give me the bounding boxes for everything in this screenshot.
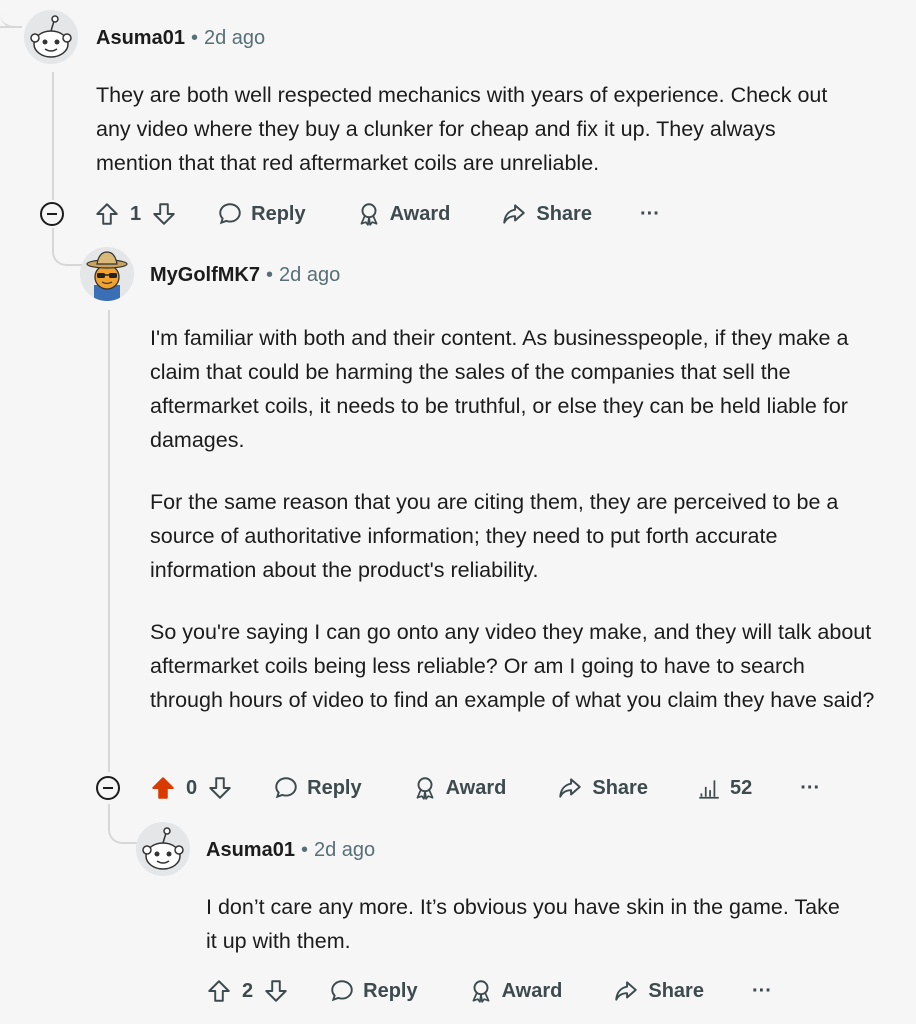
more-options-icon: ··· xyxy=(751,979,772,1002)
insights-bars-icon xyxy=(699,780,719,799)
award-button[interactable]: Award xyxy=(468,978,563,1004)
comment-actions: 2 Reply Award Share ··· xyxy=(206,971,772,1011)
timestamp[interactable]: 2d ago xyxy=(314,839,375,861)
vote-group: 1 xyxy=(94,201,177,227)
comment-paragraph: For the same reason that you are citing … xyxy=(150,490,839,582)
avatar[interactable] xyxy=(24,10,78,64)
more-options-icon: ··· xyxy=(639,202,660,225)
more-options-button[interactable]: ··· xyxy=(640,203,660,226)
share-icon xyxy=(615,981,638,1001)
separator-dot: • xyxy=(190,27,198,49)
comment-meta: Asuma01 • 2d ago xyxy=(206,839,375,862)
thread-curve-root xyxy=(0,0,20,28)
username[interactable]: MyGolfMK7 xyxy=(150,264,260,286)
award-icon xyxy=(416,777,434,800)
comment-paragraph: I'm familiar with both and their content… xyxy=(150,326,849,452)
share-button[interactable]: Share xyxy=(612,978,704,1004)
reply-button[interactable]: Reply xyxy=(329,978,418,1004)
share-label: Share xyxy=(648,979,704,1002)
award-icon xyxy=(360,203,378,226)
share-button[interactable]: Share xyxy=(556,775,648,801)
comment-paragraph: I don’t care any more. It’s obvious you … xyxy=(206,895,840,953)
insights-button[interactable]: 52 xyxy=(696,775,752,801)
vote-count: 1 xyxy=(130,202,142,225)
comment-meta: MyGolfMK7 • 2d ago xyxy=(150,264,340,287)
comment-bubble-icon xyxy=(331,980,353,1002)
share-button[interactable]: Share xyxy=(500,201,592,227)
thread-curve-c2 xyxy=(52,228,82,266)
reply-button[interactable]: Reply xyxy=(217,201,306,227)
avatar[interactable] xyxy=(80,247,134,301)
cowboy-snoo-avatar-icon xyxy=(80,247,134,301)
reply-label: Reply xyxy=(251,202,306,225)
award-button[interactable]: Award xyxy=(412,775,507,801)
downvote-icon[interactable] xyxy=(263,978,289,1004)
reply-label: Reply xyxy=(307,776,362,799)
vote-group: 0 xyxy=(150,775,233,801)
insights-count: 52 xyxy=(729,776,753,799)
separator-dot: • xyxy=(266,264,274,286)
upvote-icon[interactable] xyxy=(206,978,232,1004)
more-options-icon: ··· xyxy=(800,776,821,799)
snoo-avatar-icon xyxy=(136,822,190,876)
avatar[interactable] xyxy=(136,822,190,876)
timestamp[interactable]: 2d ago xyxy=(279,264,340,286)
upvote-icon[interactable] xyxy=(94,201,120,227)
comment-body: They are both well respected mechanics w… xyxy=(96,78,856,180)
share-label: Share xyxy=(592,776,648,799)
comment-actions: 0 Reply Award Share 52 ··· xyxy=(150,768,820,808)
award-label: Award xyxy=(501,979,563,1002)
share-icon xyxy=(503,204,526,224)
collapse-button[interactable] xyxy=(40,202,64,226)
award-button[interactable]: Award xyxy=(356,201,451,227)
comment-body: I'm familiar with both and their content… xyxy=(150,321,880,717)
thread-curve-c3 xyxy=(108,804,138,844)
reply-button[interactable]: Reply xyxy=(273,775,362,801)
comment-paragraph: They are both well respected mechanics w… xyxy=(96,83,828,175)
comment-paragraph: So you're saying I can go onto any video… xyxy=(150,620,875,712)
share-label: Share xyxy=(536,202,592,225)
comment-bubble-icon xyxy=(219,203,241,225)
award-label: Award xyxy=(445,776,507,799)
vote-count: 2 xyxy=(242,979,254,1002)
snoo-avatar-icon xyxy=(24,10,78,64)
more-options-button[interactable]: ··· xyxy=(800,777,820,800)
username[interactable]: Asuma01 xyxy=(206,839,295,861)
collapse-button[interactable] xyxy=(96,776,120,800)
award-label: Award xyxy=(389,202,451,225)
separator-dot: • xyxy=(300,839,308,861)
reply-label: Reply xyxy=(363,979,418,1002)
timestamp[interactable]: 2d ago xyxy=(204,27,265,49)
comment-actions: 1 Reply Award Share ··· xyxy=(94,194,660,234)
downvote-icon[interactable] xyxy=(207,775,233,801)
upvote-icon-active[interactable] xyxy=(150,775,176,801)
comment-bubble-icon xyxy=(275,777,297,799)
share-icon xyxy=(559,778,582,798)
vote-count: 0 xyxy=(186,776,198,799)
thread-line-c2 xyxy=(108,310,110,772)
thread-line-c1 xyxy=(52,72,54,200)
award-icon xyxy=(472,980,490,1003)
username[interactable]: Asuma01 xyxy=(96,27,185,49)
comment-body: I don’t care any more. It’s obvious you … xyxy=(206,890,846,958)
more-options-button[interactable]: ··· xyxy=(752,980,772,1003)
downvote-icon[interactable] xyxy=(151,201,177,227)
vote-group: 2 xyxy=(206,978,289,1004)
comment-meta: Asuma01 • 2d ago xyxy=(96,27,265,50)
